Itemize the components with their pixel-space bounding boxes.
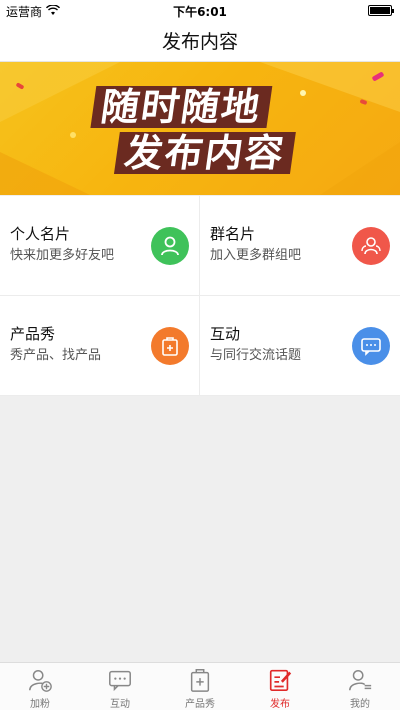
person-icon bbox=[151, 227, 189, 265]
tab-interaction[interactable]: 互动 bbox=[80, 663, 160, 710]
publish-options-grid: 个人名片 快来加更多好友吧 群名片 加入更多群组吧 产品秀 秀产品、找产品 互动… bbox=[0, 196, 400, 396]
confetti bbox=[70, 132, 76, 138]
card-product-show[interactable]: 产品秀 秀产品、找产品 bbox=[0, 296, 200, 396]
navigation-bar: 发布内容 bbox=[0, 20, 400, 62]
tab-label: 加粉 bbox=[30, 699, 50, 710]
product-bag-icon bbox=[190, 669, 210, 692]
group-icon bbox=[352, 227, 390, 265]
tab-label: 我的 bbox=[350, 699, 370, 710]
page-title: 发布内容 bbox=[161, 31, 238, 53]
card-personal-card[interactable]: 个人名片 快来加更多好友吧 bbox=[0, 196, 200, 296]
chat-icon bbox=[352, 327, 390, 365]
banner-headline: 随时随地 发布内容 bbox=[84, 85, 337, 176]
product-bag-icon bbox=[151, 327, 189, 365]
card-title: 个人名片 bbox=[10, 225, 71, 243]
card-interaction[interactable]: 互动 与同行交流话题 bbox=[200, 296, 400, 396]
card-subtitle: 快来加更多好友吧 bbox=[10, 248, 115, 263]
tab-label: 产品秀 bbox=[185, 699, 215, 710]
promo-banner[interactable]: 随时随地 发布内容 bbox=[0, 62, 400, 195]
status-bar: 运营商 下午6:01 bbox=[0, 0, 400, 20]
card-group-card[interactable]: 群名片 加入更多群组吧 bbox=[200, 196, 400, 296]
edit-icon bbox=[269, 669, 292, 692]
bottom-tab-bar: 加粉 互动 产品秀 发布 我的 bbox=[0, 662, 400, 710]
profile-icon bbox=[349, 669, 372, 691]
card-title: 群名片 bbox=[210, 225, 256, 243]
card-title: 互动 bbox=[210, 325, 241, 343]
tab-publish[interactable]: 发布 bbox=[240, 663, 320, 710]
card-subtitle: 秀产品、找产品 bbox=[10, 348, 102, 363]
tab-product-show[interactable]: 产品秀 bbox=[160, 663, 240, 710]
banner-line-2: 发布内容 bbox=[113, 131, 296, 175]
tab-add-fans[interactable]: 加粉 bbox=[0, 663, 80, 710]
tab-mine[interactable]: 我的 bbox=[320, 663, 400, 710]
add-user-icon bbox=[29, 669, 52, 692]
card-subtitle: 加入更多群组吧 bbox=[210, 248, 302, 263]
card-subtitle: 与同行交流话题 bbox=[210, 348, 302, 363]
status-time: 下午6:01 bbox=[173, 5, 227, 19]
card-title: 产品秀 bbox=[10, 325, 56, 343]
chat-icon bbox=[109, 670, 131, 692]
banner-line-1: 随时随地 bbox=[90, 85, 273, 129]
battery-icon bbox=[368, 5, 394, 16]
tab-label: 发布 bbox=[270, 699, 290, 710]
tab-label: 互动 bbox=[110, 699, 130, 710]
